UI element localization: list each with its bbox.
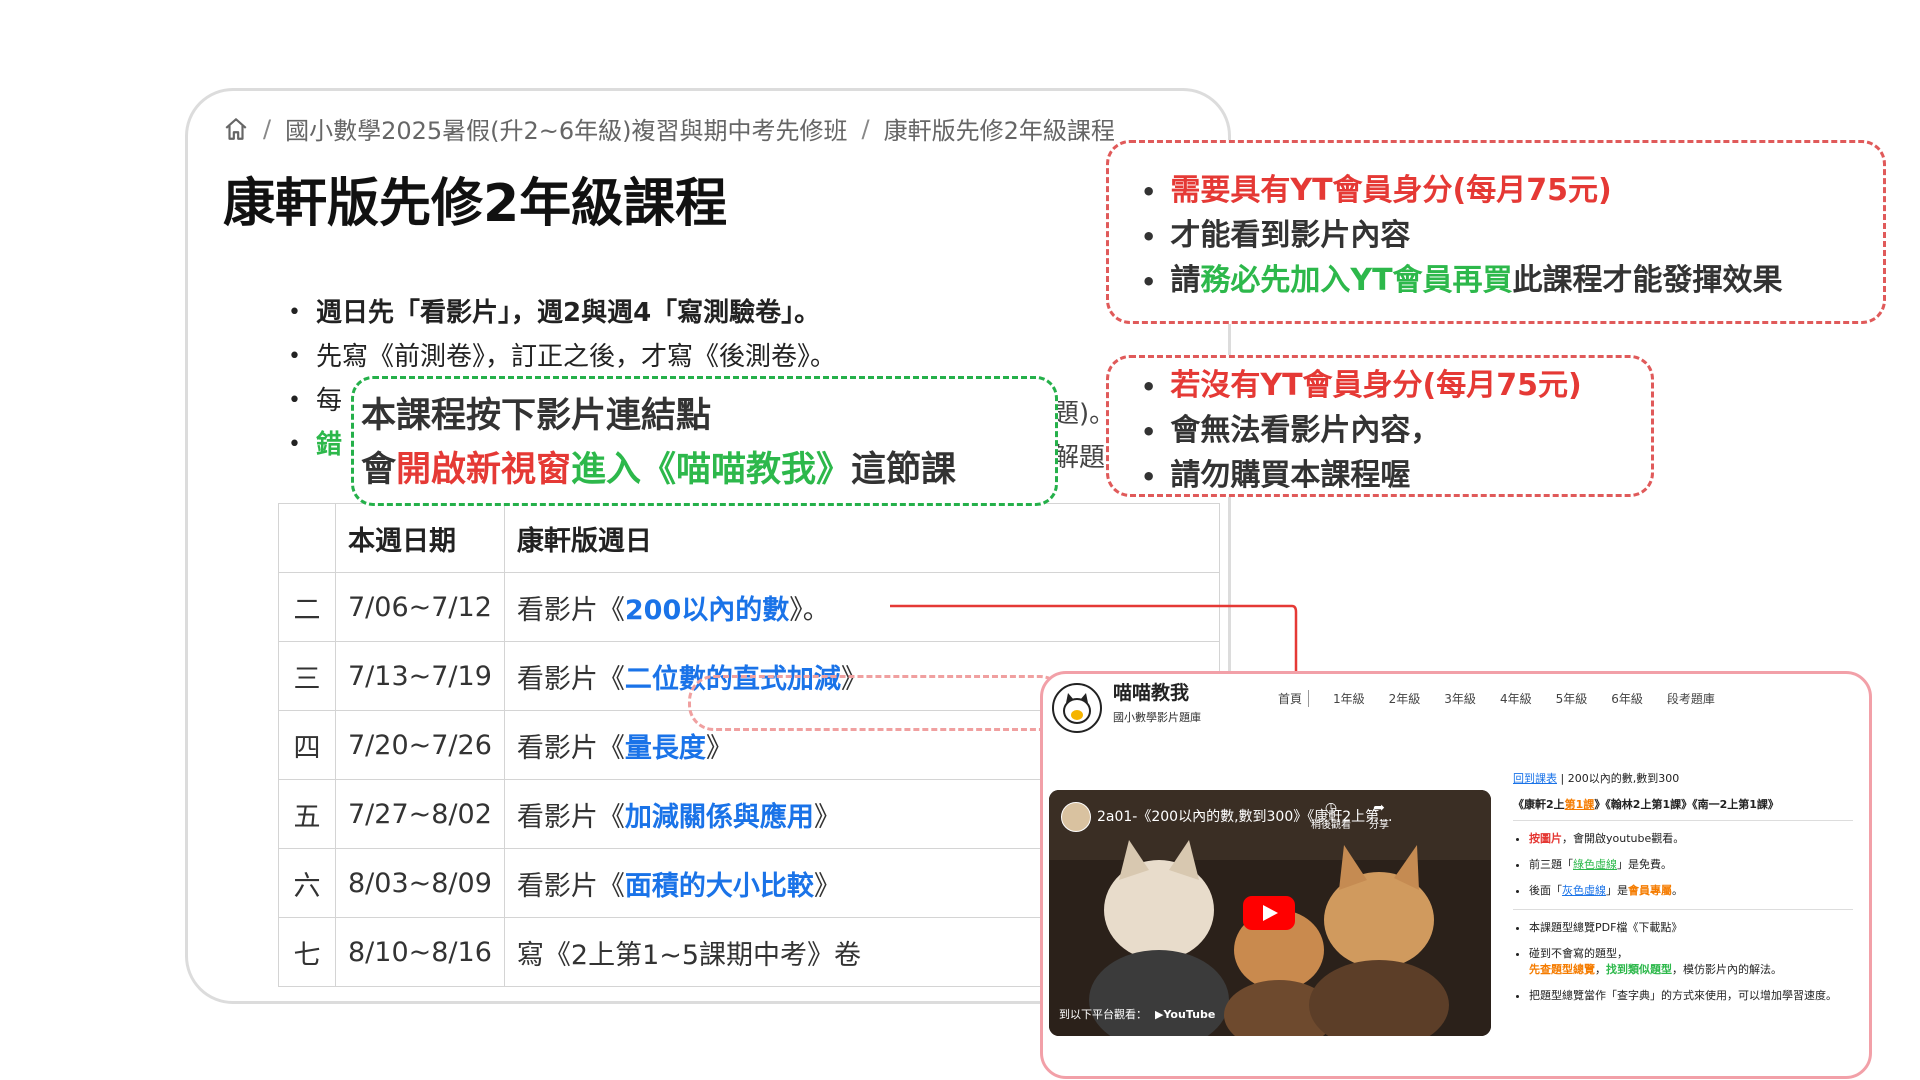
cat-logo-icon[interactable] <box>1052 683 1102 733</box>
lesson-name: 200以內的數,數到300 <box>1567 772 1680 785</box>
nav-item-grade3[interactable]: 3年級 <box>1444 690 1476 707</box>
site-title[interactable]: 喵喵教我 <box>1113 678 1189 705</box>
list-item: 把題型總覽當作「查字典」的方式來使用，可以增加學習速度。 <box>1529 988 1853 1004</box>
list-item: 按圖片，會開啟youtube觀看。 <box>1529 831 1853 847</box>
youtube-logo-icon: ▶YouTube <box>1155 1007 1216 1021</box>
nav-item-home[interactable]: 首頁 <box>1278 690 1310 707</box>
nav-item-exam-bank[interactable]: 段考題庫 <box>1667 690 1715 707</box>
back-to-schedule-link[interactable]: 回到課表 <box>1513 772 1557 785</box>
nav-item-grade4[interactable]: 4年級 <box>1500 690 1532 707</box>
lesson-panel: 回到課表 | 200以內的數,數到300 《康軒2上第1課》《翰林2上第1課》《… <box>1513 770 1853 1014</box>
site-subtitle: 國小數學影片題庫 <box>1113 711 1201 724</box>
pdf-download-link[interactable]: 本課題型總覽PDF檔《下載點》 <box>1529 920 1853 936</box>
list-item: 後面「灰色虛線」是會員專屬。 <box>1529 883 1853 899</box>
nav-item-grade2[interactable]: 2年級 <box>1389 690 1421 707</box>
divider <box>1513 820 1853 821</box>
textbook-mapping: 《康軒2上第1課》《翰林2上第1課》《南一2上第1課》 <box>1513 798 1779 811</box>
nav-item-grade6[interactable]: 6年級 <box>1611 690 1643 707</box>
youtube-embed[interactable]: 2a01-《200以內的數,數到300》《康軒2上第... ◷ 稍後觀看 ➦ 分… <box>1049 790 1491 1036</box>
nav-item-grade1[interactable]: 1年級 <box>1333 690 1365 707</box>
divider <box>1513 909 1853 910</box>
resource-notes: 本課題型總覽PDF檔《下載點》 碰到不會寫的題型，先查題型總覽，找到類似題型，模… <box>1513 920 1853 1004</box>
list-item: 前三題「綠色虛線」是免費。 <box>1529 857 1853 873</box>
list-item: 碰到不會寫的題型，先查題型總覽，找到類似題型，模仿影片內的解法。 <box>1529 946 1853 978</box>
target-site-preview: 喵喵教我 國小數學影片題庫 首頁 1年級 2年級 3年級 4年級 5年級 6年級… <box>1040 671 1872 1079</box>
channel-avatar[interactable] <box>1061 802 1091 832</box>
site-nav: 首頁 1年級 2年級 3年級 4年級 5年級 6年級 段考題庫 <box>1278 690 1715 707</box>
watch-on-youtube[interactable]: 到以下平台觀看： ▶YouTube <box>1059 1006 1215 1022</box>
share-icon: ➦ <box>1373 800 1385 816</box>
share-button[interactable]: ➦ 分享 <box>1349 800 1409 831</box>
nav-item-grade5[interactable]: 5年級 <box>1556 690 1588 707</box>
usage-notes: 按圖片，會開啟youtube觀看。 前三題「綠色虛線」是免費。 後面「灰色虛線」… <box>1513 831 1853 899</box>
play-button[interactable] <box>1243 896 1295 930</box>
